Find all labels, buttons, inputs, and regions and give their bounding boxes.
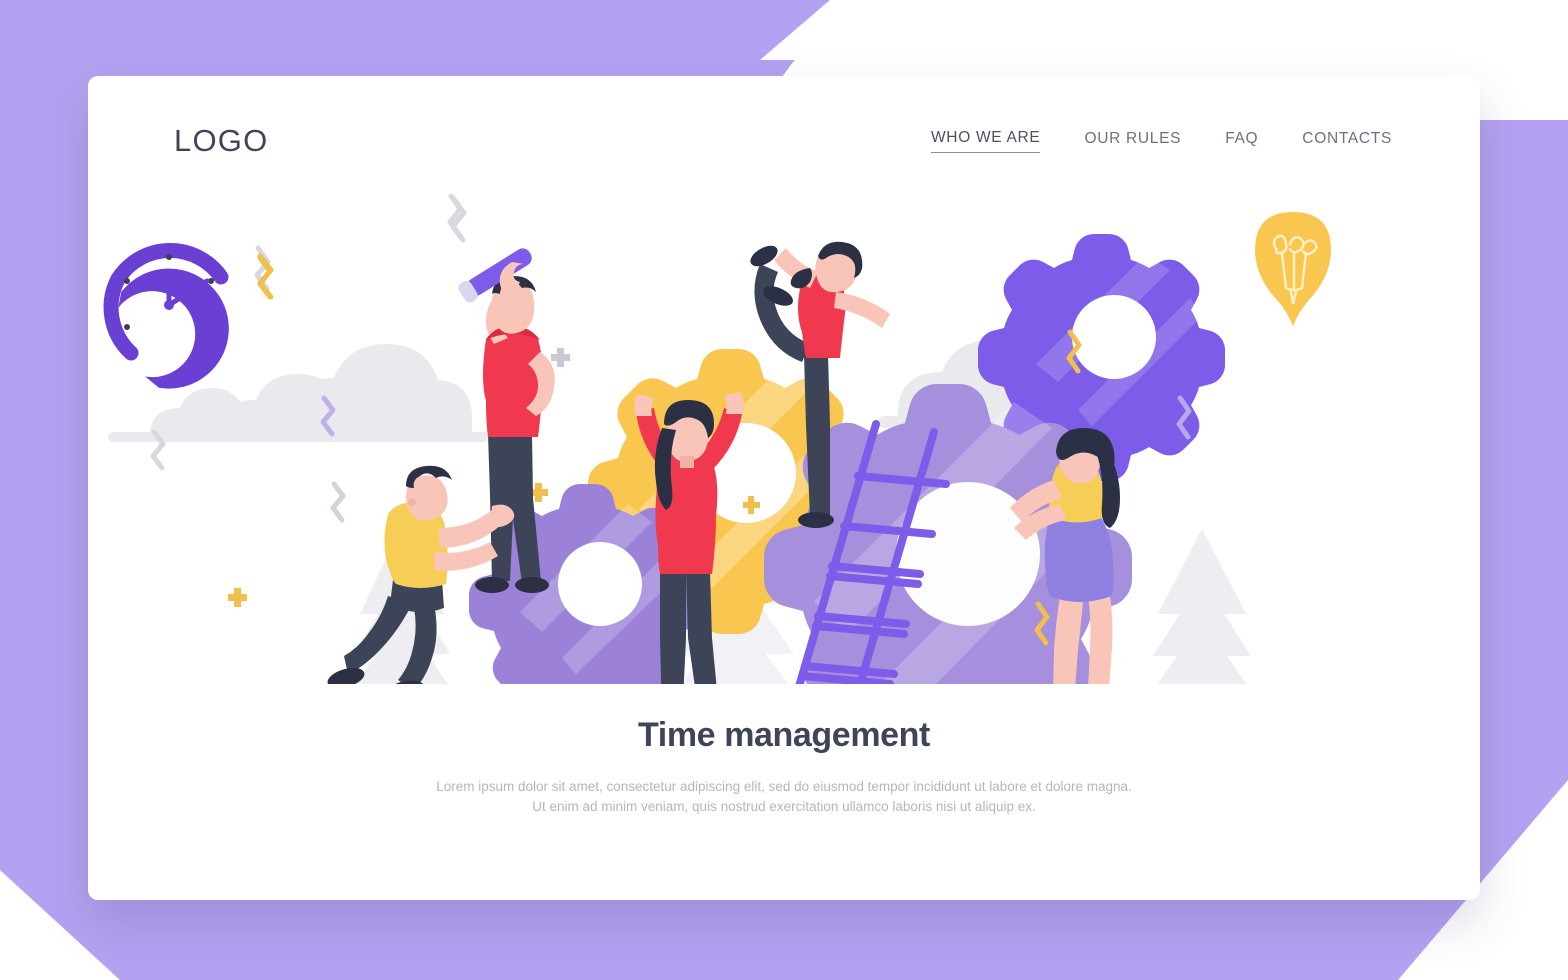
main-navigation: WHO WE ARE OUR RULES FAQ CONTACTS	[930, 129, 1392, 153]
person-pushing-gear	[327, 465, 515, 684]
cloud-icon	[108, 344, 488, 442]
lightbulb-icon	[1255, 212, 1331, 326]
landing-page-card: LOGO WHO WE ARE OUR RULES FAQ CONTACTS T…	[88, 76, 1480, 900]
clock-icon	[103, 243, 229, 389]
tree-icon	[1153, 529, 1251, 684]
nav-item-our-rules[interactable]: OUR RULES	[1084, 130, 1181, 153]
logo[interactable]: LOGO	[174, 123, 268, 159]
nav-item-who-we-are[interactable]: WHO WE ARE	[930, 129, 1041, 153]
page-root: LOGO WHO WE ARE OUR RULES FAQ CONTACTS T…	[0, 0, 1568, 980]
hero-text-block: Time management Lorem ipsum dolor sit am…	[88, 716, 1480, 816]
nav-item-contacts[interactable]: CONTACTS	[1302, 130, 1392, 153]
hero-paragraph-line-2: Ut enim ad minim veniam, quis nostrud ex…	[532, 798, 1036, 814]
squiggle-decoration	[254, 196, 467, 300]
hero-illustration	[88, 184, 1480, 684]
hero-paragraph: Lorem ipsum dolor sit amet, consectetur …	[434, 777, 1134, 816]
hero-paragraph-line-1: Lorem ipsum dolor sit amet, consectetur …	[436, 779, 1132, 794]
page-title: Time management	[638, 716, 930, 754]
nav-item-faq[interactable]: FAQ	[1225, 130, 1258, 153]
